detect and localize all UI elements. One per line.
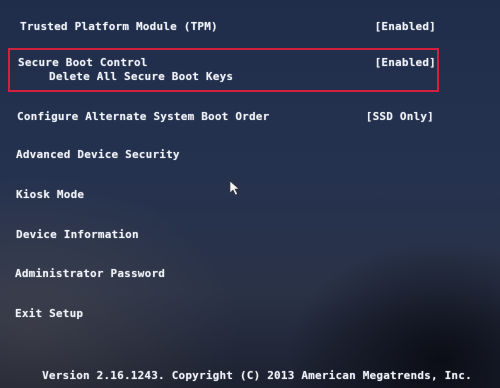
bios-setup-screen: Trusted Platform Module (TPM) [Enabled] … (0, 0, 500, 388)
menu-item-kiosk-mode[interactable]: Kiosk Mode (0, 188, 500, 208)
menu-item-value: [SSD Only] (365, 110, 434, 123)
menu-item-value: [Enabled] (374, 20, 436, 33)
menu-item-boot-order[interactable]: Configure Alternate System Boot Order [S… (0, 110, 500, 130)
menu-item-label: Exit Setup (15, 307, 84, 320)
menu-item-label: Device Information (16, 228, 139, 241)
menu-item-device-information[interactable]: Device Information (0, 228, 500, 248)
menu-item-exit-setup[interactable]: Exit Setup (0, 307, 500, 327)
menu-item-label: Kiosk Mode (16, 188, 85, 201)
menu-item-value: [Enabled] (374, 56, 436, 69)
menu-item-administrator-password[interactable]: Administrator Password (0, 267, 500, 287)
menu-item-label: Secure Boot Control (18, 56, 148, 69)
menu-item-tpm[interactable]: Trusted Platform Module (TPM) [Enabled] (0, 20, 500, 40)
mouse-pointer-icon (229, 180, 240, 196)
menu-item-label: Trusted Platform Module (TPM) (20, 20, 218, 33)
menu-subitem-delete-secure-boot-keys[interactable]: Delete All Secure Boot Keys (0, 70, 500, 90)
menu-subitem-label: Delete All Secure Boot Keys (49, 70, 234, 83)
menu-item-label: Advanced Device Security (16, 148, 180, 161)
menu-item-advanced-device-security[interactable]: Advanced Device Security (0, 148, 500, 168)
menu-item-label: Administrator Password (15, 267, 166, 280)
menu-item-label: Configure Alternate System Boot Order (17, 110, 270, 123)
version-copyright-footer: Version 2.16.1243. Copyright (C) 2013 Am… (42, 369, 472, 382)
